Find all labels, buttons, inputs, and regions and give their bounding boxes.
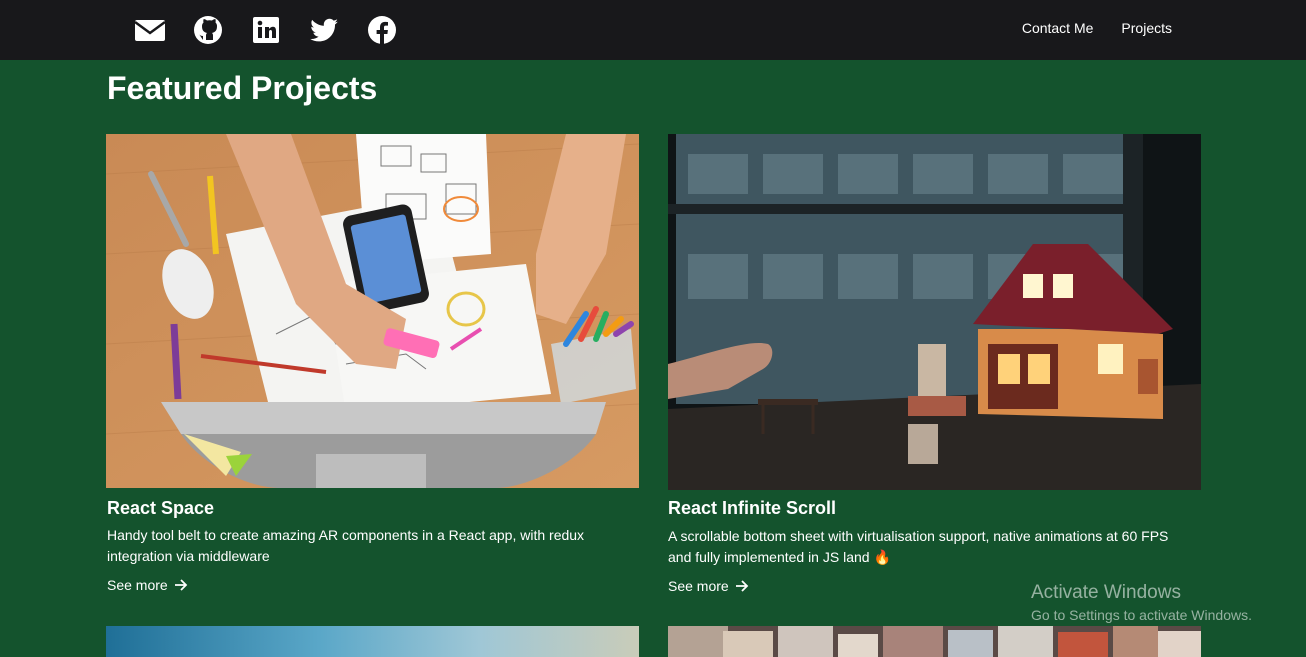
facebook-link[interactable] (366, 14, 398, 46)
twitter-icon (310, 18, 338, 42)
github-link[interactable] (192, 14, 224, 46)
arrow-right-icon (735, 580, 748, 592)
see-more-label: See more (107, 577, 168, 593)
project-card-third (106, 626, 639, 657)
project-description: A scrollable bottom sheet with virtualis… (668, 528, 1169, 565)
nav-projects[interactable]: Projects (1121, 20, 1172, 36)
project-image-blocks[interactable] (668, 626, 1201, 657)
project-image-workspace[interactable] (106, 134, 639, 488)
see-more-link[interactable]: See more (107, 577, 188, 593)
project-title: React Infinite Scroll (668, 498, 837, 518)
project-description: Handy tool belt to create amazing AR com… (107, 527, 585, 564)
watermark-subtitle: Go to Settings to activate Windows. (1031, 607, 1252, 623)
twitter-link[interactable] (308, 14, 340, 46)
see-more-label: See more (668, 578, 729, 594)
facebook-icon (368, 16, 396, 44)
project-image-sky[interactable] (106, 626, 639, 657)
see-more-link[interactable]: See more (668, 578, 749, 594)
nav-contact-me[interactable]: Contact Me (1022, 20, 1094, 36)
page-title: Featured Projects (107, 70, 378, 106)
activate-windows-watermark: Activate Windows Go to Settings to activ… (1031, 582, 1252, 623)
project-image-dollhouse[interactable] (668, 134, 1201, 490)
email-icon (134, 20, 166, 41)
project-card-react-space: React Space Handy tool belt to create am… (106, 134, 639, 604)
watermark-title: Activate Windows (1031, 582, 1181, 603)
top-navbar: Contact Me Projects (0, 0, 1306, 60)
main-nav: Contact Me Projects (1022, 20, 1172, 36)
email-link[interactable] (134, 14, 166, 46)
social-links (134, 14, 398, 46)
github-icon (194, 16, 222, 44)
project-title: React Space (107, 498, 215, 518)
linkedin-icon (253, 17, 279, 43)
linkedin-link[interactable] (250, 14, 282, 46)
project-card-react-infinite-scroll: React Infinite Scroll A scrollable botto… (668, 134, 1201, 604)
arrow-right-icon (174, 579, 187, 591)
project-card-fourth (668, 626, 1201, 657)
